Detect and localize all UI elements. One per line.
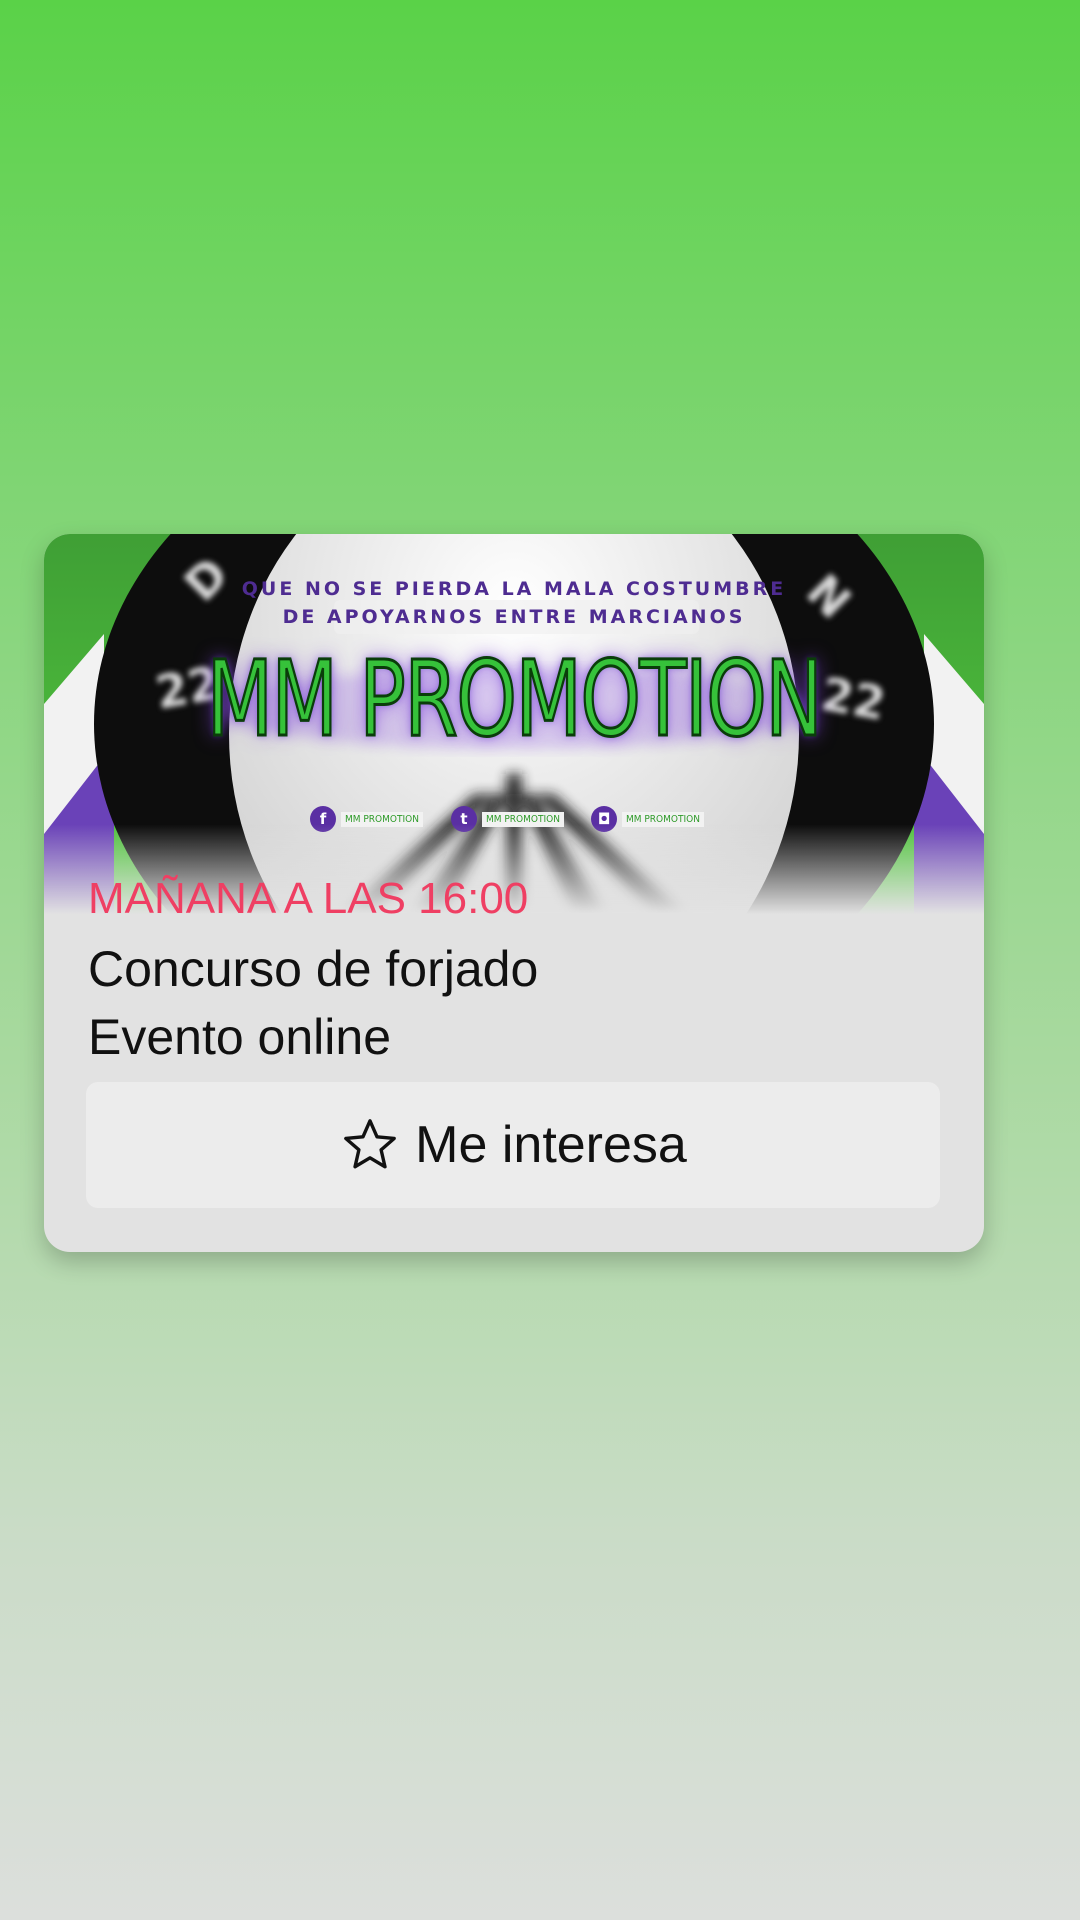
event-banner-image[interactable]: 22 22 D N QUE NO SE PIERDA LA MALA COSTU…: [44, 534, 984, 914]
star-outline-icon: [344, 1119, 397, 1169]
event-title[interactable]: Concurso de forjado: [88, 940, 538, 998]
interested-button[interactable]: Me interesa: [86, 1082, 940, 1208]
event-date: MAÑANA A LAS 16:00: [88, 874, 529, 923]
banner-brand-title: MM PROMOTION: [205, 638, 824, 760]
event-card[interactable]: 22 22 D N QUE NO SE PIERDA LA MALA COSTU…: [44, 534, 984, 1252]
banner-tagline-2: DE APOYARNOS ENTRE MARCIANOS: [282, 606, 746, 628]
interested-button-label: Me interesa: [415, 1116, 687, 1174]
banner-tagline-1: QUE NO SE PIERDA LA MALA COSTUMBRE: [241, 578, 787, 600]
event-location: Evento online: [88, 1009, 392, 1065]
